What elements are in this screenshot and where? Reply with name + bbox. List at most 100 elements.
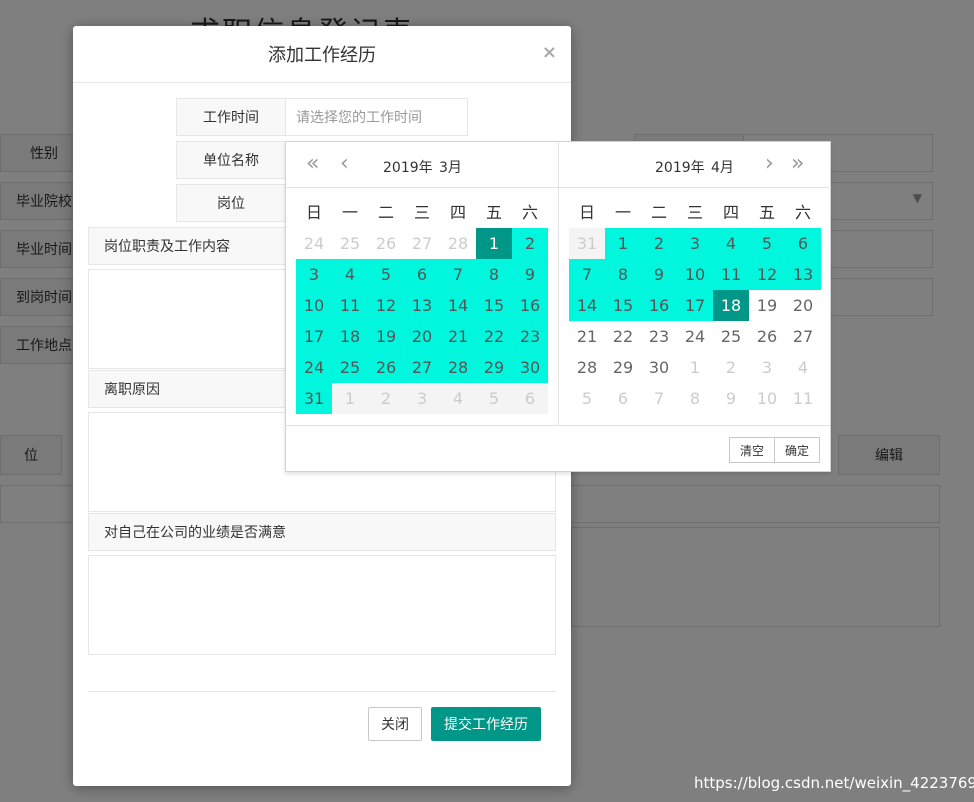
calendar-day[interactable]: 1 bbox=[605, 228, 641, 259]
calendar-day[interactable]: 12 bbox=[368, 290, 404, 321]
calendar-day[interactable]: 8 bbox=[677, 383, 713, 414]
calendar-day[interactable]: 25 bbox=[713, 321, 749, 352]
calendar-day[interactable]: 3 bbox=[296, 259, 332, 290]
calendar-day[interactable]: 27 bbox=[404, 228, 440, 259]
calendar-day[interactable]: 25 bbox=[332, 228, 368, 259]
calendar-day[interactable]: 8 bbox=[605, 259, 641, 290]
calendar-day[interactable]: 24 bbox=[296, 228, 332, 259]
calendar-day[interactable]: 12 bbox=[749, 259, 785, 290]
left-year[interactable]: 2019年 bbox=[383, 157, 433, 177]
calendar-day[interactable]: 8 bbox=[476, 259, 512, 290]
calendar-day[interactable]: 10 bbox=[296, 290, 332, 321]
calendar-day[interactable]: 4 bbox=[440, 383, 476, 414]
calendar-day[interactable]: 26 bbox=[749, 321, 785, 352]
calendar-day[interactable]: 20 bbox=[404, 321, 440, 352]
calendar-day[interactable]: 10 bbox=[677, 259, 713, 290]
calendar-day[interactable]: 28 bbox=[440, 352, 476, 383]
calendar-day[interactable]: 26 bbox=[368, 352, 404, 383]
calendar-day[interactable]: 1 bbox=[476, 228, 512, 259]
calendar-day[interactable]: 19 bbox=[749, 290, 785, 321]
calendar-day[interactable]: 5 bbox=[476, 383, 512, 414]
right-month[interactable]: 4月 bbox=[711, 157, 734, 177]
prev-month-icon[interactable]: ‹ bbox=[340, 152, 349, 176]
calendar-day[interactable]: 5 bbox=[368, 259, 404, 290]
calendar-left-grid: 日 一 二 三 四 五 六 24 25 26 27 28 1 2 3 4 5 6 7 8 9 10 11 12 1… bbox=[296, 198, 548, 414]
calendar-day[interactable]: 15 bbox=[605, 290, 641, 321]
satisfaction-textarea[interactable] bbox=[88, 555, 556, 655]
calendar-day[interactable]: 7 bbox=[641, 383, 677, 414]
calendar-day[interactable]: 31 bbox=[569, 228, 605, 259]
calendar-day[interactable]: 5 bbox=[569, 383, 605, 414]
calendar-day[interactable]: 26 bbox=[368, 228, 404, 259]
calendar-day[interactable]: 2 bbox=[641, 228, 677, 259]
calendar-day[interactable]: 2 bbox=[713, 352, 749, 383]
calendar-day[interactable]: 19 bbox=[368, 321, 404, 352]
calendar-day[interactable]: 11 bbox=[713, 259, 749, 290]
clear-button[interactable]: 清空 bbox=[729, 437, 775, 463]
calendar-day[interactable]: 11 bbox=[332, 290, 368, 321]
calendar-day[interactable]: 17 bbox=[677, 290, 713, 321]
calendar-day[interactable]: 13 bbox=[785, 259, 821, 290]
calendar-day[interactable]: 4 bbox=[332, 259, 368, 290]
calendar-day[interactable]: 20 bbox=[785, 290, 821, 321]
calendar-day[interactable]: 27 bbox=[785, 321, 821, 352]
calendar-day[interactable]: 7 bbox=[440, 259, 476, 290]
calendar-day[interactable]: 21 bbox=[569, 321, 605, 352]
calendar-day[interactable]: 3 bbox=[404, 383, 440, 414]
calendar-day[interactable]: 29 bbox=[476, 352, 512, 383]
calendar-day[interactable]: 25 bbox=[332, 352, 368, 383]
calendar-day[interactable]: 24 bbox=[296, 352, 332, 383]
calendar-day[interactable]: 6 bbox=[785, 228, 821, 259]
calendar-day[interactable]: 13 bbox=[404, 290, 440, 321]
calendar-day[interactable]: 16 bbox=[641, 290, 677, 321]
calendar-day[interactable]: 4 bbox=[785, 352, 821, 383]
calendar-day[interactable]: 28 bbox=[440, 228, 476, 259]
left-month[interactable]: 3月 bbox=[439, 157, 462, 177]
calendar-day[interactable]: 7 bbox=[569, 259, 605, 290]
calendar-day[interactable]: 30 bbox=[512, 352, 548, 383]
calendar-day[interactable]: 6 bbox=[605, 383, 641, 414]
calendar-day[interactable]: 5 bbox=[749, 228, 785, 259]
submit-work-experience-button[interactable]: 提交工作经历 bbox=[431, 707, 541, 741]
right-year[interactable]: 2019年 bbox=[655, 157, 705, 177]
calendar-day[interactable]: 22 bbox=[605, 321, 641, 352]
close-icon[interactable]: × bbox=[542, 42, 557, 63]
calendar-day[interactable]: 1 bbox=[677, 352, 713, 383]
calendar-day[interactable]: 6 bbox=[512, 383, 548, 414]
work-time-input[interactable]: 请选择您的工作时间 bbox=[286, 98, 468, 136]
calendar-day[interactable]: 1 bbox=[332, 383, 368, 414]
calendar-day[interactable]: 14 bbox=[440, 290, 476, 321]
calendar-day[interactable]: 2 bbox=[512, 228, 548, 259]
calendar-day[interactable]: 9 bbox=[641, 259, 677, 290]
calendar-day[interactable]: 15 bbox=[476, 290, 512, 321]
calendar-day[interactable]: 28 bbox=[569, 352, 605, 383]
calendar-day[interactable]: 23 bbox=[512, 321, 548, 352]
calendar-day[interactable]: 30 bbox=[641, 352, 677, 383]
calendar-day[interactable]: 11 bbox=[785, 383, 821, 414]
calendar-day[interactable]: 3 bbox=[749, 352, 785, 383]
next-year-icon[interactable]: » bbox=[791, 152, 804, 176]
calendar-day[interactable]: 22 bbox=[476, 321, 512, 352]
calendar-day[interactable]: 24 bbox=[677, 321, 713, 352]
next-month-icon[interactable]: › bbox=[765, 152, 774, 176]
calendar-day[interactable]: 6 bbox=[404, 259, 440, 290]
calendar-day[interactable]: 31 bbox=[296, 383, 332, 414]
calendar-day[interactable]: 29 bbox=[605, 352, 641, 383]
calendar-day[interactable]: 3 bbox=[677, 228, 713, 259]
confirm-button[interactable]: 确定 bbox=[774, 437, 820, 463]
calendar-day[interactable]: 4 bbox=[713, 228, 749, 259]
calendar-day[interactable]: 10 bbox=[749, 383, 785, 414]
calendar-day[interactable]: 9 bbox=[713, 383, 749, 414]
calendar-day[interactable]: 23 bbox=[641, 321, 677, 352]
calendar-day[interactable]: 16 bbox=[512, 290, 548, 321]
calendar-day[interactable]: 18 bbox=[713, 290, 749, 321]
prev-year-icon[interactable]: « bbox=[306, 152, 319, 176]
calendar-day[interactable]: 21 bbox=[440, 321, 476, 352]
calendar-day[interactable]: 9 bbox=[512, 259, 548, 290]
close-button[interactable]: 关闭 bbox=[368, 707, 422, 741]
calendar-day[interactable]: 18 bbox=[332, 321, 368, 352]
calendar-day[interactable]: 2 bbox=[368, 383, 404, 414]
calendar-day[interactable]: 17 bbox=[296, 321, 332, 352]
calendar-day[interactable]: 14 bbox=[569, 290, 605, 321]
calendar-day[interactable]: 27 bbox=[404, 352, 440, 383]
